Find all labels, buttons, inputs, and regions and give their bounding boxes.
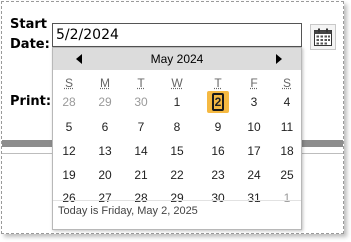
calendar-day[interactable]: 28	[128, 190, 154, 206]
calendar-day[interactable]: 15	[164, 143, 190, 159]
calendar-day[interactable]: 23	[205, 167, 231, 183]
calendar-day[interactable]: 29	[164, 190, 190, 206]
weekday-label: W	[171, 76, 183, 90]
calendar-day[interactable]: 28	[56, 94, 82, 110]
calendar-day[interactable]: 31	[241, 190, 267, 206]
calendar-day[interactable]: 25	[274, 167, 300, 183]
calendar-day[interactable]: 18	[274, 143, 300, 159]
triangle-right-icon	[276, 54, 282, 64]
calendar-icon	[314, 28, 332, 46]
calendar-day[interactable]: 30	[205, 190, 231, 206]
calendar-day[interactable]: 5	[56, 119, 82, 135]
weekday-label: S	[282, 76, 291, 90]
calendar-day[interactable]: 12	[56, 143, 82, 159]
calendar-day[interactable]: 10	[241, 119, 267, 135]
calendar-day[interactable]: 20	[92, 167, 118, 183]
calendar-day[interactable]: 30	[128, 94, 154, 110]
date-picker-popup: May 2024 SMTWTFS 28 29 30 1 2 3 4 5 6 7 8 9 10 11 12 13…	[52, 47, 302, 230]
calendar-header: May 2024	[53, 48, 301, 70]
selected-day-label: 2	[211, 93, 225, 111]
calendar-day[interactable]: 8	[164, 119, 190, 135]
calendar-day[interactable]: 21	[128, 167, 154, 183]
calendar-day[interactable]: 16	[205, 143, 231, 159]
calendar-day[interactable]: 17	[241, 143, 267, 159]
calendar-day[interactable]: 24	[241, 167, 267, 183]
calendar-day[interactable]: 3	[241, 94, 267, 110]
next-month-button[interactable]	[271, 51, 287, 67]
calendar-day[interactable]: 1	[164, 94, 190, 110]
weekday-label: T	[137, 76, 145, 90]
selected-day[interactable]: 2	[207, 91, 229, 113]
weekday-label: T	[214, 76, 222, 90]
calendar-day[interactable]: 19	[56, 167, 82, 183]
calendar-day[interactable]: 14	[128, 143, 154, 159]
month-title: May 2024	[150, 52, 204, 66]
calendar-day[interactable]: 11	[274, 119, 300, 135]
start-label-line1: Start	[10, 17, 47, 32]
today-footer[interactable]: Today is Friday, May 2, 2025	[58, 205, 198, 217]
weekday-label: F	[250, 76, 258, 90]
calendar-day[interactable]: 1	[274, 190, 300, 206]
calendar-day[interactable]: 6	[92, 119, 118, 135]
footer-divider	[53, 200, 301, 201]
print-label: Print:	[10, 94, 52, 109]
weekday-label: S	[64, 76, 73, 90]
start-date-input[interactable]: 5/2/2024	[52, 23, 302, 47]
weekday-label: M	[100, 76, 110, 90]
calendar-day[interactable]: 4	[274, 94, 300, 110]
start-label-line2: Date:	[10, 37, 50, 52]
calendar-day[interactable]: 22	[164, 167, 190, 183]
calendar-day[interactable]: 29	[92, 94, 118, 110]
calendar-day[interactable]: 26	[56, 190, 82, 206]
calendar-day[interactable]: 7	[128, 119, 154, 135]
calendar-day[interactable]: 9	[205, 119, 231, 135]
calendar-button[interactable]	[310, 24, 336, 50]
calendar-day[interactable]: 13	[92, 143, 118, 159]
calendar-day[interactable]: 27	[92, 190, 118, 206]
